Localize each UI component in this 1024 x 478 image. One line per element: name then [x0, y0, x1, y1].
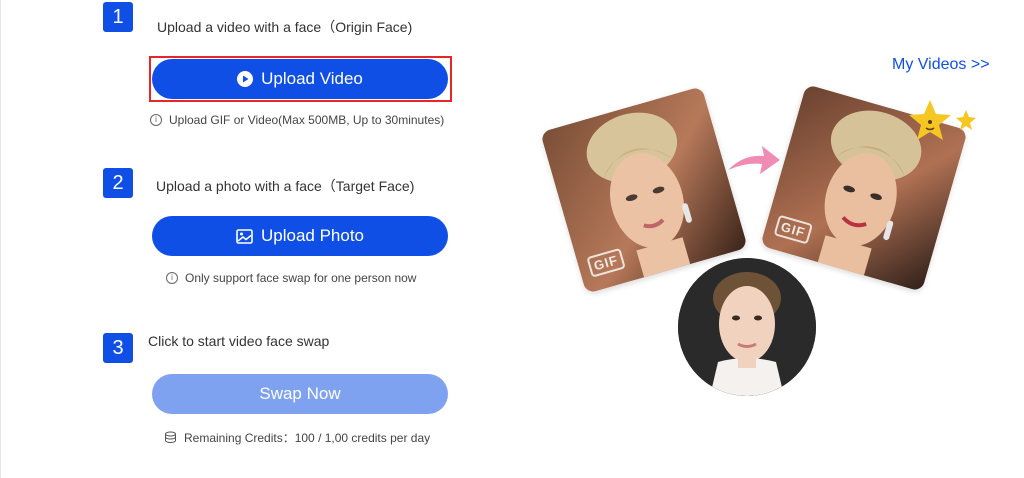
- upload-video-button[interactable]: Upload Video: [152, 59, 448, 99]
- step-3-title: Click to start video face swap: [148, 333, 330, 349]
- credits-info: Remaining Credits：100 / 1,00 credits per…: [164, 429, 430, 446]
- play-icon: [237, 71, 254, 87]
- step-2-hint-text: Only support face swap for one person no…: [185, 271, 417, 285]
- target-face-photo: [678, 258, 816, 396]
- origin-face-image: [540, 86, 748, 294]
- info-icon: i: [150, 114, 162, 126]
- step-2-badge: 2: [103, 168, 133, 198]
- upload-photo-button[interactable]: Upload Photo: [152, 216, 448, 256]
- step-1-hint-text: Upload GIF or Video(Max 500MB, Up to 30m…: [169, 113, 445, 127]
- step-2-title: Upload a photo with a face（Target Face): [156, 178, 415, 194]
- upload-photo-label: Upload Photo: [260, 226, 365, 245]
- origin-face-card: GIF: [540, 86, 748, 294]
- star-icon: [909, 100, 976, 140]
- info-icon: i: [166, 272, 178, 284]
- swap-now-button[interactable]: Swap Now: [152, 374, 448, 414]
- image-icon: [236, 228, 253, 244]
- credits-text: Remaining Credits：100 / 1,00 credits per…: [184, 431, 431, 445]
- coins-icon: [165, 431, 176, 444]
- arrow-right-icon: [728, 146, 780, 174]
- step-1-title: Upload a video with a face（Origin Face): [157, 19, 413, 35]
- step-1-hint: i Upload GIF or Video(Max 500MB, Up to 3…: [150, 113, 444, 127]
- step-1-badge: 1: [103, 2, 133, 32]
- upload-video-label: Upload Video: [261, 69, 363, 88]
- left-divider: [0, 0, 1, 478]
- my-videos-link[interactable]: My Videos >>: [892, 56, 990, 74]
- target-face-image: [678, 258, 816, 396]
- swap-now-label: Swap Now: [259, 384, 341, 403]
- step-3-badge: 3: [103, 333, 133, 363]
- step-2-hint: i Only support face swap for one person …: [166, 271, 416, 285]
